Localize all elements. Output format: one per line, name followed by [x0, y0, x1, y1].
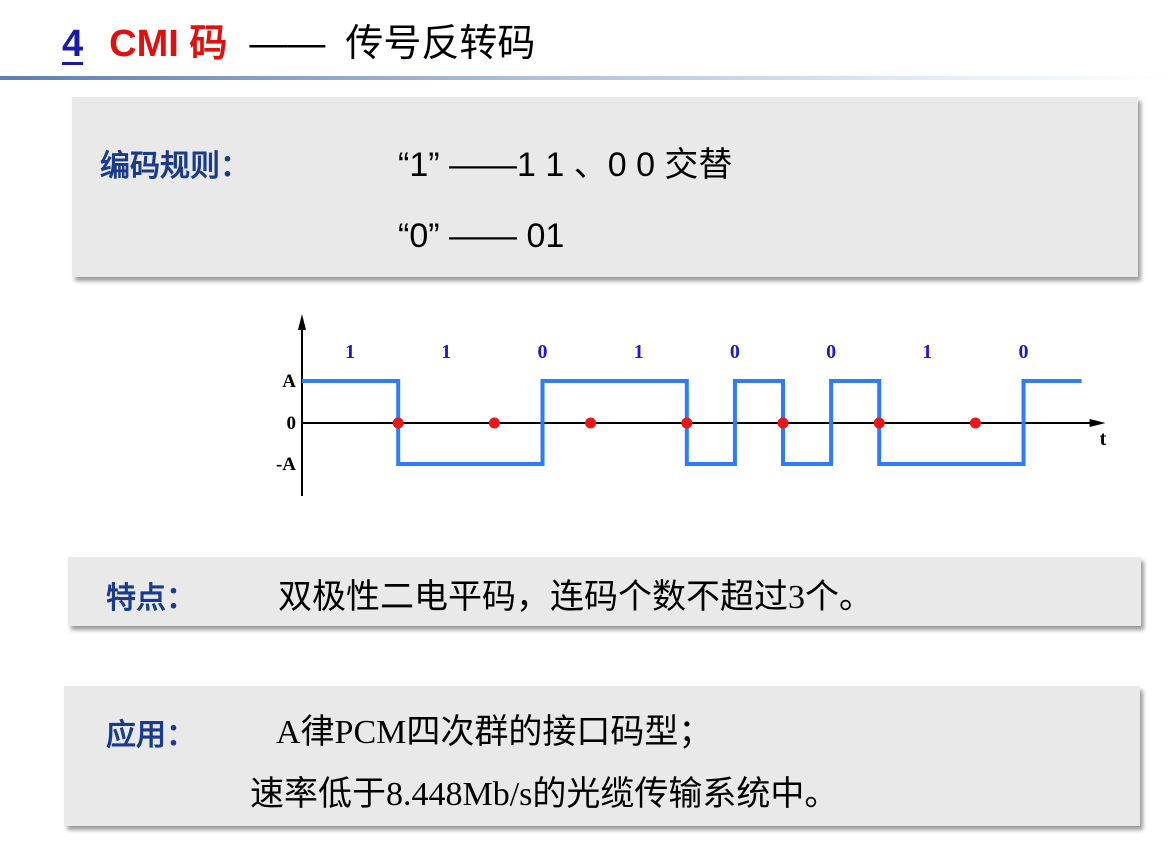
boundary-marker: [777, 417, 789, 429]
bit-label: 1: [345, 341, 355, 363]
features-text: 双极性二电平码，连码个数不超过3个。: [278, 579, 873, 616]
bit-label: 0: [826, 341, 836, 363]
features-label: 特点：: [106, 582, 196, 615]
time-axis-label: t: [1100, 428, 1107, 450]
boundary-marker: [681, 417, 693, 429]
bit-label: 0: [538, 341, 548, 363]
waveform-axes: t: [298, 314, 1107, 496]
level-labels: A 0 -A: [276, 371, 296, 475]
application-line-1: A律PCM四次群的接口码型；: [276, 714, 713, 751]
boundary-marker: [969, 417, 981, 429]
boundary-marker: [873, 417, 885, 429]
boundary-marker: [488, 417, 500, 429]
bit-label: 0: [1019, 341, 1029, 363]
bit-label: 0: [730, 341, 740, 363]
boundary-marker: [585, 417, 597, 429]
application-line-2: 速率低于8.448Mb/s的光缆传输系统中。: [250, 776, 839, 813]
bit-label: 1: [441, 341, 451, 363]
y-axis-arrow: [298, 314, 306, 330]
bit-labels: 1 1 0 1 0 0 1 0: [345, 341, 1028, 363]
level-label: 0: [287, 413, 297, 434]
features-box: 特点： 双极性二电平码，连码个数不超过3个。: [68, 557, 1141, 626]
level-label: A: [282, 371, 296, 392]
x-axis-arrow: [1089, 419, 1106, 427]
bit-label: 1: [634, 341, 644, 363]
application-label: 应用：: [106, 719, 196, 752]
level-label: -A: [276, 454, 296, 475]
bit-label: 1: [922, 341, 932, 363]
application-box: 应用： A律PCM四次群的接口码型； 速率低于8.448Mb/s的光缆传输系统中…: [64, 686, 1140, 826]
boundary-marker: [392, 417, 404, 429]
